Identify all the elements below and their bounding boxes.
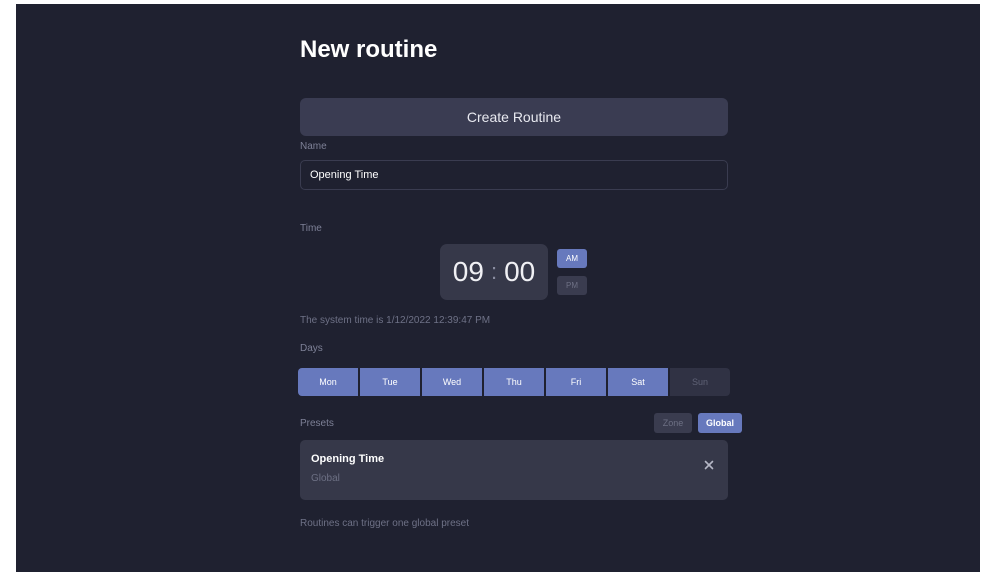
name-label: Name	[300, 141, 327, 152]
time-display: 09 : 00	[440, 244, 548, 300]
days-selector: Mon Tue Wed Thu Fri Sat Sun	[298, 368, 730, 396]
day-toggle-wed[interactable]: Wed	[422, 368, 482, 396]
preset-name: Opening Time	[311, 453, 385, 465]
system-time-text: The system time is 1/12/2022 12:39:47 PM	[300, 315, 491, 326]
name-input[interactable]: Opening Time	[300, 160, 728, 190]
am-button[interactable]: AM	[557, 249, 587, 268]
hours-field[interactable]: 09	[453, 256, 484, 288]
create-routine-button[interactable]: Create Routine	[300, 98, 728, 136]
app-screen: New routine Create Routine Name Opening …	[16, 4, 980, 572]
day-toggle-sun[interactable]: Sun	[670, 368, 730, 396]
minutes-field[interactable]: 00	[504, 256, 535, 288]
day-toggle-fri[interactable]: Fri	[546, 368, 606, 396]
day-toggle-tue[interactable]: Tue	[360, 368, 420, 396]
day-toggle-thu[interactable]: Thu	[484, 368, 544, 396]
page-title: New routine	[300, 36, 438, 63]
time-separator: :	[490, 259, 498, 284]
days-label: Days	[300, 343, 323, 354]
close-icon[interactable]	[702, 458, 716, 472]
day-toggle-mon[interactable]: Mon	[298, 368, 358, 396]
day-toggle-sat[interactable]: Sat	[608, 368, 668, 396]
global-scope-button[interactable]: Global	[698, 413, 742, 433]
presets-footnote: Routines can trigger one global preset	[300, 518, 469, 529]
zone-scope-button[interactable]: Zone	[654, 413, 692, 433]
time-label: Time	[300, 223, 322, 234]
presets-label: Presets	[300, 418, 334, 429]
preset-scope: Global	[311, 473, 340, 484]
preset-item: Opening Time Global	[300, 440, 728, 500]
pm-button[interactable]: PM	[557, 276, 587, 295]
